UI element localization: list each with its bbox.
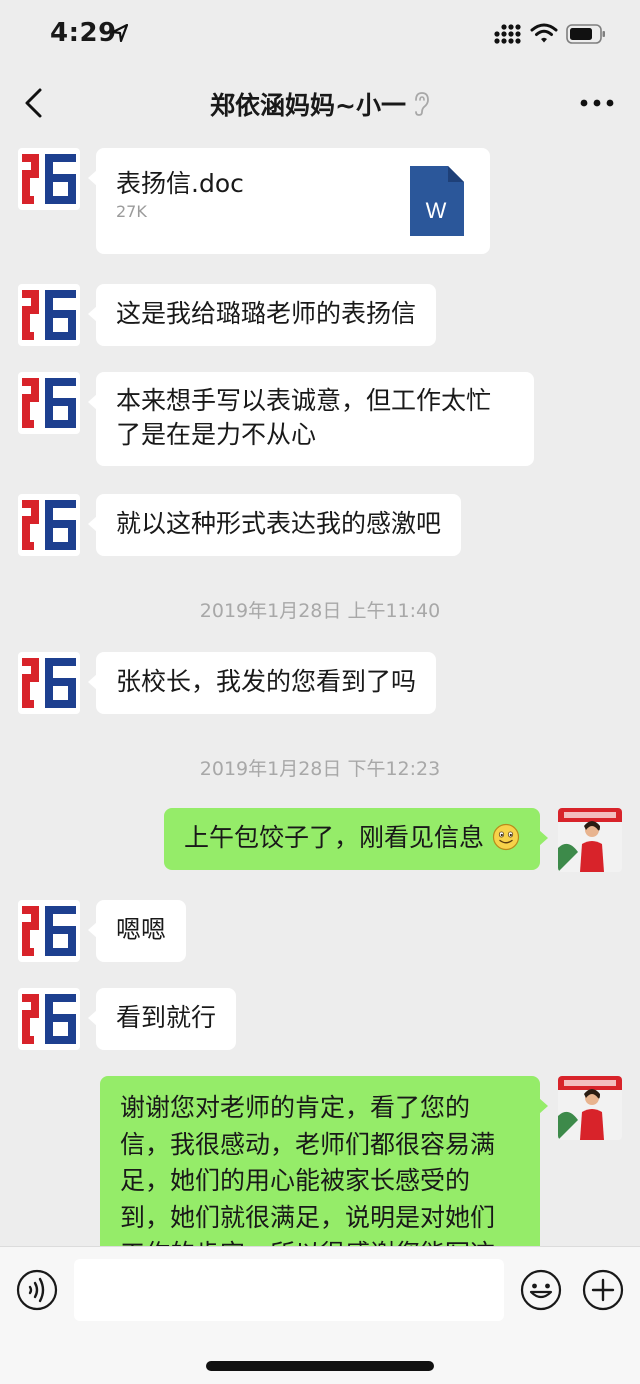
emoji-picker-icon[interactable]	[520, 1269, 562, 1311]
school-logo-icon	[22, 906, 76, 956]
my-avatar[interactable]	[558, 808, 622, 872]
message-bubble[interactable]: 这是我给璐璐老师的表扬信	[87, 284, 437, 346]
contact-avatar[interactable]	[18, 372, 80, 434]
school-logo-icon	[22, 290, 76, 340]
message-line: 谢谢您对老师的肯定，看了您的	[120, 1093, 471, 1122]
cellular-signal-icon	[494, 24, 521, 44]
message-line: 信，我很感动，老师们都很容易满	[120, 1129, 496, 1159]
timestamp: 2019年1月28日 上午11:40	[199, 600, 441, 622]
timestamp: 2019年1月28日 下午12:23	[199, 758, 441, 780]
voice-input-icon[interactable]	[16, 1269, 58, 1311]
user-photo-icon	[558, 1076, 622, 1140]
contact-avatar[interactable]	[18, 988, 80, 1050]
earpiece-mode-icon	[415, 92, 429, 116]
contact-avatar[interactable]	[18, 284, 80, 346]
location-arrow-icon	[112, 24, 128, 42]
message-bubble[interactable]: 嗯嗯	[87, 900, 187, 962]
more-functions-plus-icon[interactable]	[582, 1269, 624, 1311]
message-bubble[interactable]: 看到就行	[87, 988, 237, 1050]
file-size: 27K	[116, 202, 147, 221]
message-bubble[interactable]: 本来想手写以表诚意，但工作太忙 了是在是力不从心	[88, 372, 534, 466]
message-bubble[interactable]: 上午包饺子了，刚看见信息	[164, 808, 548, 870]
battery-icon	[566, 24, 605, 44]
contact-avatar[interactable]	[18, 494, 80, 556]
more-options-icon[interactable]	[580, 96, 614, 110]
file-message[interactable]: 表扬信.doc 27K W	[88, 148, 490, 254]
message-line: 足，她们的用心能被家长感受的	[120, 1166, 471, 1195]
school-logo-icon	[22, 994, 76, 1044]
message-line: 到，她们就很满足，说明是对她们	[120, 1202, 496, 1232]
contact-avatar[interactable]	[18, 900, 80, 962]
file-name: 表扬信.doc	[116, 169, 244, 198]
message-bubble[interactable]: 就以这种形式表达我的感激吧	[87, 494, 462, 556]
wifi-icon	[530, 23, 558, 43]
message-list[interactable]: 表扬信.doc 27K W 这是我给璐璐老师的表扬信 本来想手写以表诚意，但工作…	[0, 136, 640, 1246]
message-line: 工作的肯定，所以很感谢您能写这	[120, 1236, 520, 1246]
my-avatar[interactable]	[558, 1076, 622, 1140]
contact-avatar[interactable]	[18, 652, 80, 714]
contact-avatar[interactable]	[18, 148, 80, 210]
message-bubble[interactable]: 谢谢您对老师的肯定，看了您的 信，我很感动，老师们都很容易满 足，她们的用心能被…	[100, 1076, 548, 1246]
word-document-icon: W	[410, 166, 464, 236]
school-logo-icon	[22, 658, 76, 708]
message-line: 了是在是力不从心	[116, 420, 317, 449]
chat-title: 郑依涵妈妈~小一	[210, 91, 406, 120]
input-toolbar	[0, 1246, 640, 1384]
chat-header: 郑依涵妈妈~小一	[0, 70, 640, 136]
status-bar: 4:29	[0, 0, 640, 70]
status-time: 4:29	[50, 18, 117, 48]
message-input[interactable]	[74, 1259, 504, 1321]
school-logo-icon	[22, 500, 76, 550]
svg-text:W: W	[426, 198, 447, 223]
school-logo-icon	[22, 154, 76, 204]
smile-emoji-icon	[492, 823, 520, 851]
message-text: 上午包饺子了，刚看见信息	[184, 823, 485, 852]
school-logo-icon	[22, 378, 76, 428]
message-line: 本来想手写以表诚意，但工作太忙	[116, 386, 492, 415]
home-indicator[interactable]	[206, 1361, 434, 1371]
message-bubble[interactable]: 张校长，我发的您看到了吗	[87, 652, 437, 714]
user-photo-icon	[558, 808, 622, 872]
